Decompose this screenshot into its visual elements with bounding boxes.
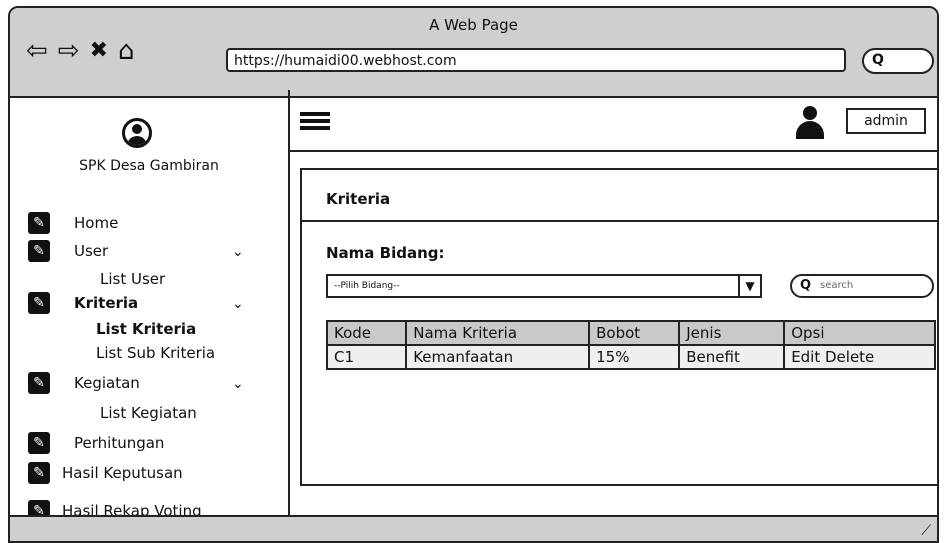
table-row: C1 Kemanfaatan 15% Benefit Edit Delete — [325, 344, 936, 370]
sidebar-subitem-list-sub-kriteria[interactable]: List Sub Kriteria — [96, 344, 215, 362]
sidebar-item-perhitungan[interactable]: ✎ Perhitungan — [28, 432, 164, 454]
sidebar-item-label: Kegiatan — [74, 374, 140, 392]
panel-divider — [302, 220, 937, 222]
nama-bidang-label: Nama Bidang: — [326, 244, 445, 262]
sidebar-item-label: Home — [74, 214, 119, 232]
panel-title: Kriteria — [326, 190, 391, 208]
kriteria-panel: Kriteria Nama Bidang: --Pilih Bidang-- ▼… — [300, 168, 937, 486]
column-header-nama-kriteria: Nama Kriteria — [405, 320, 591, 346]
sidebar-subitem-list-kegiatan[interactable]: List Kegiatan — [100, 404, 197, 422]
sidebar: SPK Desa Gambiran ✎ Home ✎ User ⌄ List U… — [10, 96, 288, 522]
chevron-down-icon[interactable]: ⌄ — [232, 244, 244, 260]
search-input[interactable]: Q search — [790, 274, 934, 298]
cell-bobot: 15% — [588, 344, 681, 370]
app-name: SPK Desa Gambiran — [79, 158, 219, 174]
nav-buttons: ⇦ ⇨ ✖ ⌂ — [26, 38, 135, 64]
pencil-icon: ✎ — [28, 240, 50, 262]
top-bar: admin — [290, 96, 937, 152]
url-bar[interactable]: https://humaidi00.webhost.com — [226, 48, 846, 72]
search-icon: Q — [800, 278, 812, 293]
avatar-icon — [122, 118, 152, 148]
sidebar-item-kriteria[interactable]: ✎ Kriteria — [28, 292, 138, 314]
chevron-down-icon[interactable]: ⌄ — [232, 296, 244, 312]
column-header-kode: Kode — [325, 320, 408, 346]
sidebar-divider — [288, 90, 290, 520]
sidebar-item-kegiatan[interactable]: ✎ Kegiatan — [28, 372, 140, 394]
pencil-icon: ✎ — [28, 462, 50, 484]
sidebar-subitem-list-kriteria[interactable]: List Kriteria — [96, 320, 196, 338]
cell-nama-kriteria: Kemanfaatan — [405, 344, 591, 370]
sidebar-item-user[interactable]: ✎ User — [28, 240, 108, 262]
sidebar-item-label: User — [74, 242, 109, 260]
bidang-select[interactable]: --Pilih Bidang-- ▼ — [326, 274, 762, 298]
browser-search[interactable]: Q — [862, 48, 934, 74]
pencil-icon: ✎ — [28, 432, 50, 454]
column-header-opsi: Opsi — [783, 320, 936, 346]
browser-window: A Web Page ⇦ ⇨ ✖ ⌂ https://humaidi00.web… — [8, 6, 939, 543]
kriteria-table: Kode Nama Kriteria Bobot Jenis Opsi C1 K… — [325, 320, 936, 370]
chevron-down-icon[interactable]: ⌄ — [232, 376, 244, 392]
resize-handle-icon[interactable]: ⟋ — [921, 523, 931, 539]
cell-opsi[interactable]: Edit Delete — [783, 344, 936, 370]
pencil-icon: ✎ — [28, 212, 50, 234]
user-name-box[interactable]: admin — [846, 108, 926, 134]
hamburger-menu-icon[interactable] — [300, 112, 330, 133]
column-header-jenis: Jenis — [678, 320, 786, 346]
window-title: A Web Page — [429, 16, 518, 34]
back-icon[interactable]: ⇦ — [26, 38, 48, 64]
pencil-icon: ✎ — [28, 292, 50, 314]
table-header-row: Kode Nama Kriteria Bobot Jenis Opsi — [325, 320, 936, 346]
search-icon: Q — [872, 52, 884, 68]
sidebar-item-label: Kriteria — [74, 294, 139, 312]
cell-jenis: Benefit — [678, 344, 786, 370]
bidang-select-value: --Pilih Bidang-- — [334, 281, 400, 291]
title-bar: A Web Page ⇦ ⇨ ✖ ⌂ https://humaidi00.web… — [10, 8, 937, 98]
sidebar-subitem-list-user[interactable]: List User — [100, 270, 165, 288]
dropdown-arrow-icon[interactable]: ▼ — [738, 274, 762, 298]
status-bar: ⟋ — [10, 515, 937, 541]
sidebar-item-home[interactable]: ✎ Home — [28, 212, 118, 234]
user-icon — [796, 106, 824, 140]
home-icon[interactable]: ⌂ — [118, 38, 135, 64]
close-icon[interactable]: ✖ — [90, 38, 108, 64]
sidebar-item-label: Perhitungan — [74, 434, 165, 452]
sidebar-item-label: Hasil Keputusan — [62, 464, 183, 482]
search-placeholder: search — [820, 280, 854, 291]
column-header-bobot: Bobot — [588, 320, 681, 346]
pencil-icon: ✎ — [28, 372, 50, 394]
sidebar-item-hasil-keputusan[interactable]: ✎ Hasil Keputusan — [28, 462, 183, 484]
forward-icon[interactable]: ⇨ — [58, 38, 80, 64]
cell-kode: C1 — [325, 344, 408, 370]
